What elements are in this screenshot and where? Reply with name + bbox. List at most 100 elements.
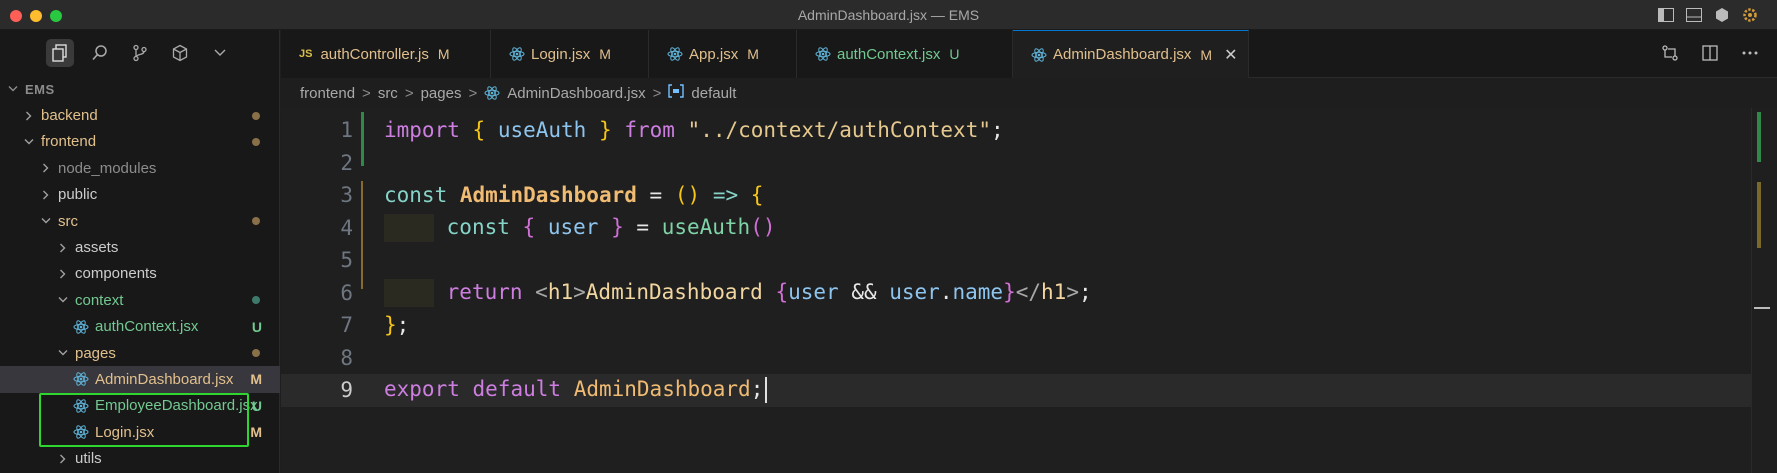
tree-item-label: src bbox=[58, 212, 78, 230]
breadcrumb-item[interactable]: frontend bbox=[300, 85, 355, 102]
code-line: 4 const { user } = useAuth() bbox=[281, 212, 1751, 245]
git-status-dot bbox=[252, 296, 260, 305]
breadcrumb-item[interactable]: AdminDashboard.jsx bbox=[507, 85, 645, 102]
tree-item-admindashboard-jsx[interactable]: AdminDashboard.jsx M bbox=[0, 366, 280, 393]
close-tab-icon[interactable]: ✕ bbox=[1224, 45, 1237, 65]
tree-item-label: pages bbox=[75, 344, 116, 362]
code-line: 5 bbox=[281, 244, 1751, 277]
tree-item-context[interactable]: context bbox=[0, 287, 280, 313]
tree-item-label: AdminDashboard.jsx bbox=[95, 370, 234, 388]
tree-item-backend[interactable]: backend bbox=[0, 102, 280, 128]
toggle-panel-icon[interactable] bbox=[1685, 6, 1703, 24]
tree-item-label: authContext.jsx bbox=[95, 318, 199, 336]
chevron-down-icon[interactable] bbox=[206, 39, 234, 67]
git-status-dot bbox=[252, 137, 260, 146]
tab-admindashboard[interactable]: AdminDashboard.jsx M ✕ bbox=[1013, 30, 1249, 78]
chevron-down-icon bbox=[22, 138, 36, 146]
code-line: 2 bbox=[281, 147, 1751, 180]
tree-item-authcontext-jsx[interactable]: authContext.jsx U bbox=[0, 314, 280, 340]
tree-item-label: Login.jsx bbox=[95, 423, 155, 441]
breadcrumb-separator: > bbox=[362, 84, 371, 102]
tab-modified-badge: M bbox=[1200, 46, 1213, 63]
modified-badge: M bbox=[250, 371, 262, 388]
tab-login[interactable]: Login.jsx M bbox=[491, 30, 649, 78]
text-cursor bbox=[765, 377, 768, 404]
react-icon bbox=[73, 371, 89, 387]
chevron-right-icon bbox=[56, 269, 70, 279]
tab-authcontext[interactable]: authContext.jsx U bbox=[797, 30, 1013, 78]
breadcrumb-separator: > bbox=[652, 84, 662, 102]
tree-item-utils[interactable]: utils bbox=[0, 445, 280, 471]
line-number: 3 bbox=[340, 183, 353, 208]
tab-untracked-badge: U bbox=[949, 46, 960, 62]
tree-item-frontend[interactable]: frontend bbox=[0, 129, 280, 155]
line-number: 6 bbox=[340, 280, 353, 305]
tree-item-employeedashboard-jsx[interactable]: EmployeeDashboard.jsx U bbox=[0, 393, 280, 419]
chevron-down-icon bbox=[56, 296, 70, 304]
editor-tab-bar: JS authController.js M Login.jsx M App.j… bbox=[281, 30, 1777, 78]
explorer-section-label: EMS bbox=[25, 81, 55, 97]
search-icon[interactable] bbox=[86, 39, 114, 67]
line-number: 8 bbox=[340, 345, 353, 370]
tab-label: authController.js bbox=[320, 45, 429, 63]
tree-item-assets[interactable]: assets bbox=[0, 234, 280, 260]
current-code-line: 9 export default AdminDashboard; bbox=[281, 374, 1751, 407]
breadcrumb-item[interactable]: src bbox=[378, 85, 398, 102]
code-text: const AdminDashboard = () => { bbox=[384, 183, 764, 208]
cursor-marker bbox=[1754, 307, 1770, 309]
added-marker bbox=[1757, 112, 1761, 162]
tab-label: Login.jsx bbox=[531, 45, 591, 63]
chevron-down-icon bbox=[6, 85, 20, 93]
tab-label: authContext.jsx bbox=[837, 45, 941, 63]
open-changes-icon[interactable] bbox=[1661, 44, 1679, 67]
extension-cube-icon[interactable] bbox=[1713, 6, 1731, 24]
chevron-down-icon bbox=[39, 217, 53, 225]
code-text: import { useAuth } from "../context/auth… bbox=[384, 118, 1004, 143]
tree-item-label: assets bbox=[75, 239, 119, 257]
tree-item-node-modules[interactable]: node_modules bbox=[0, 155, 280, 181]
modified-marker bbox=[1757, 182, 1761, 248]
toggle-primary-sidebar-icon[interactable] bbox=[1657, 6, 1675, 24]
breadcrumb-separator: > bbox=[404, 84, 414, 102]
extensions-icon[interactable] bbox=[166, 39, 194, 67]
tree-item-label: utils bbox=[75, 450, 102, 468]
source-control-icon[interactable] bbox=[126, 39, 154, 67]
window-title: AdminDashboard.jsx — EMS bbox=[797, 7, 980, 23]
chevron-right-icon bbox=[39, 190, 53, 200]
file-tree: EMS backend frontend node_modulespublic src… bbox=[0, 76, 280, 472]
tree-item-public[interactable]: public bbox=[0, 182, 280, 208]
tree-item-label: backend bbox=[41, 107, 98, 125]
line-number: 9 bbox=[340, 378, 353, 403]
untracked-badge: U bbox=[251, 318, 262, 335]
settings-gear-icon[interactable] bbox=[1741, 6, 1759, 24]
explorer-files-icon[interactable] bbox=[46, 39, 74, 67]
react-icon bbox=[73, 398, 89, 414]
tree-item-label: context bbox=[75, 291, 124, 309]
code-line: 7 }; bbox=[281, 309, 1751, 342]
overview-ruler[interactable] bbox=[1751, 108, 1777, 473]
line-number: 4 bbox=[340, 215, 353, 240]
chevron-right-icon bbox=[56, 243, 70, 253]
untracked-badge: U bbox=[251, 397, 262, 414]
explorer-section-header[interactable]: EMS bbox=[0, 76, 280, 102]
breadcrumb-separator: > bbox=[468, 84, 478, 102]
breadcrumb-item[interactable]: default bbox=[691, 85, 736, 102]
split-editor-icon[interactable] bbox=[1701, 44, 1719, 67]
breadcrumb-item[interactable]: pages bbox=[421, 85, 462, 102]
code-editor[interactable]: 1 import { useAuth } from "../context/au… bbox=[281, 108, 1751, 473]
tree-item-components[interactable]: components bbox=[0, 261, 280, 287]
tree-item-src[interactable]: src bbox=[0, 208, 280, 234]
tree-item-login-jsx[interactable]: Login.jsx M bbox=[0, 419, 280, 445]
tree-item-pages[interactable]: pages bbox=[0, 340, 280, 366]
tree-item-label: public bbox=[58, 186, 98, 204]
breadcrumb: frontend > src > pages > AdminDashboard.… bbox=[300, 82, 736, 104]
modified-badge: M bbox=[250, 424, 262, 441]
tab-app[interactable]: App.jsx M bbox=[649, 30, 797, 78]
tab-authcontroller[interactable]: JS authController.js M bbox=[281, 30, 491, 78]
more-actions-icon[interactable] bbox=[1741, 44, 1759, 67]
react-icon bbox=[484, 85, 500, 101]
code-line: 6 return <h1>AdminDashboard {user && use… bbox=[281, 277, 1751, 310]
tree-item-label: frontend bbox=[41, 133, 97, 151]
react-icon bbox=[667, 46, 683, 62]
tree-item-label: node_modules bbox=[58, 159, 157, 177]
